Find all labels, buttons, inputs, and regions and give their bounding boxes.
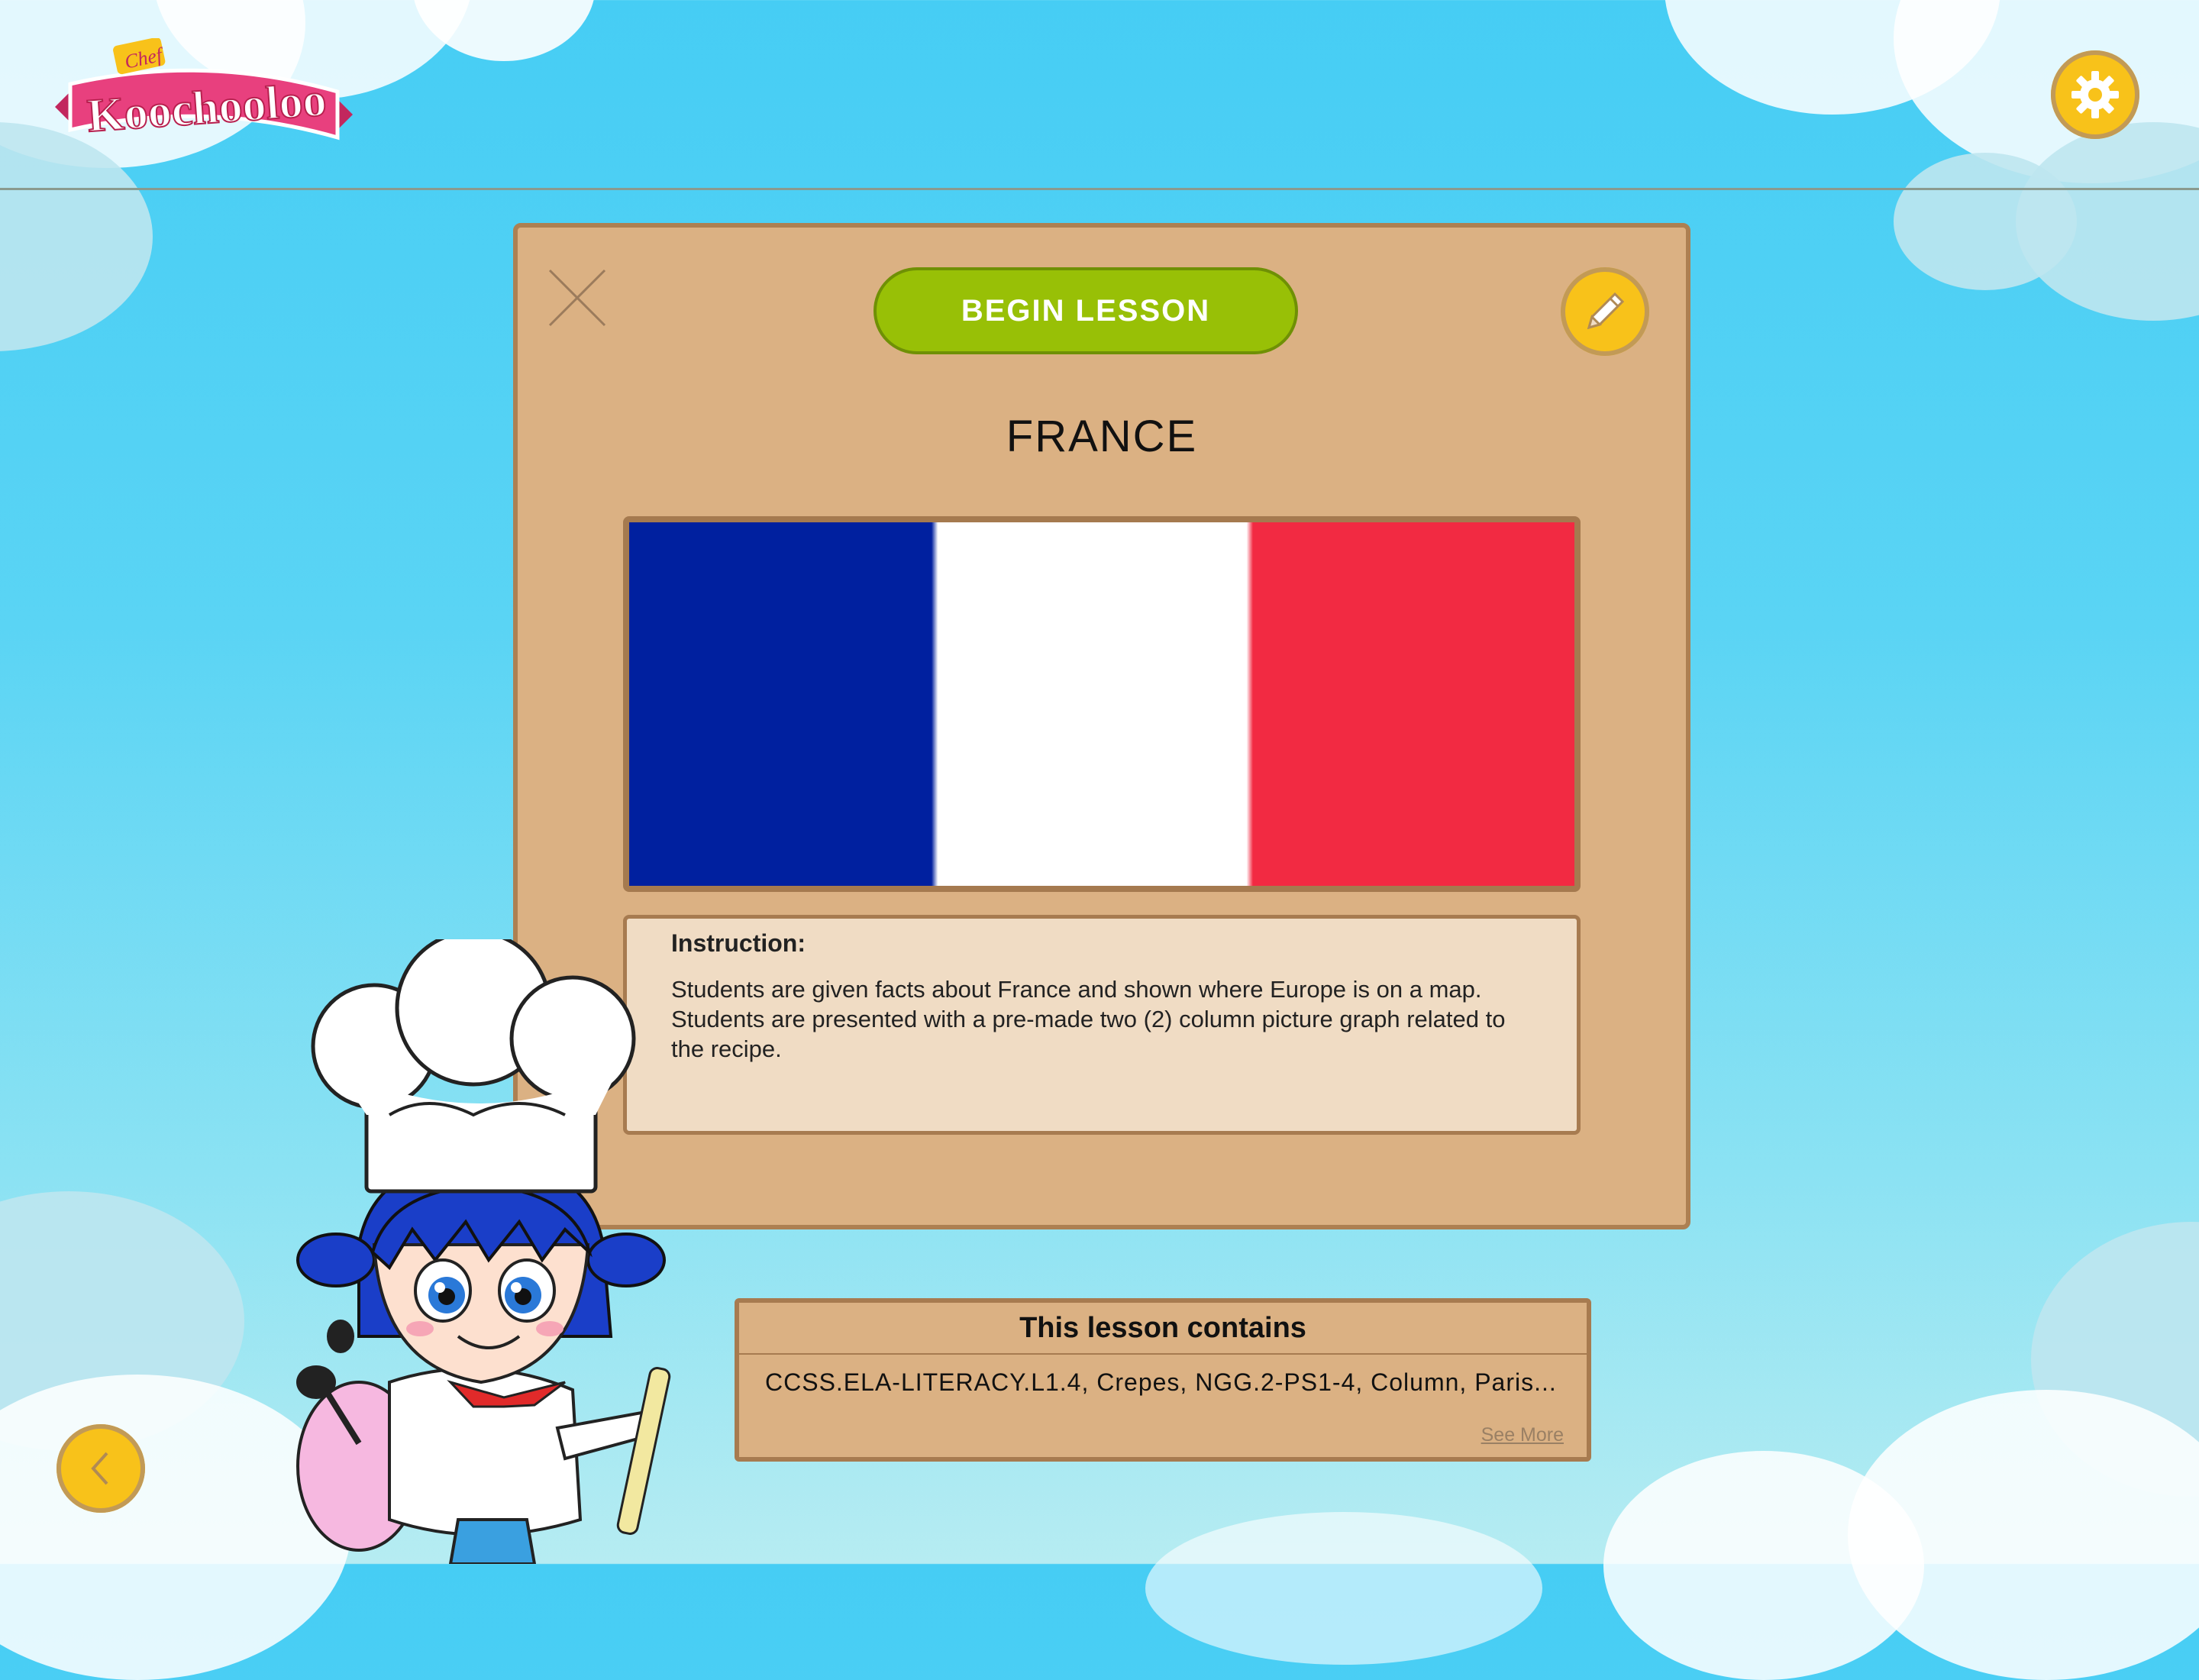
lesson-title: FRANCE — [1006, 412, 1198, 461]
lesson-contains-title: This lesson contains — [739, 1303, 1587, 1355]
koochooloo-logo: Chef Koochooloo — [47, 37, 360, 153]
settings-button[interactable] — [2051, 50, 2139, 139]
instruction-label: Instruction: — [671, 929, 806, 957]
edit-button[interactable] — [1561, 267, 1649, 356]
close-icon — [548, 269, 606, 327]
chevron-left-icon — [91, 1452, 108, 1485]
gear-icon — [2071, 71, 2119, 118]
close-button[interactable] — [547, 267, 608, 328]
chef-mascot-illustration — [275, 929, 702, 1565]
lesson-contains-panel: This lesson contains CCSS.ELA-LITERACY.L… — [735, 1298, 1591, 1462]
see-more-link[interactable]: See More — [1481, 1424, 1564, 1446]
pencil-icon — [1587, 292, 1625, 330]
begin-lesson-button[interactable]: BEGIN LESSON — [873, 267, 1298, 354]
lesson-contains-items: CCSS.ELA-LITERACY.L1.4, Crepes, NGG.2-PS… — [765, 1368, 1557, 1396]
flag-image-frame — [623, 516, 1581, 892]
header-divider — [0, 188, 2199, 190]
back-button[interactable] — [57, 1424, 145, 1513]
france-flag-image — [629, 522, 1574, 886]
instruction-panel: Instruction: Students are given facts ab… — [623, 915, 1581, 1135]
instruction-text: Students are given facts about France an… — [671, 976, 1506, 1062]
